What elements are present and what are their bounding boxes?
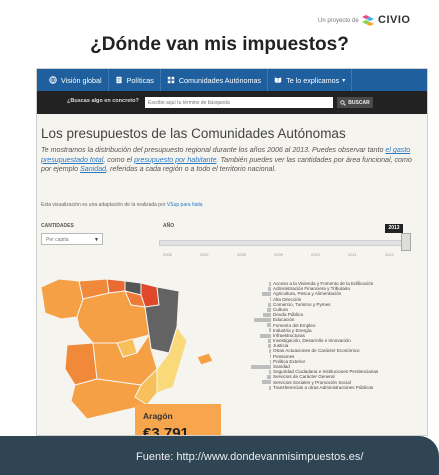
nav-item-politicas[interactable]: Políticas: [109, 69, 161, 91]
link-sanidad[interactable]: Sanidad: [80, 165, 106, 173]
book-icon: [274, 77, 282, 83]
bar: [267, 323, 271, 328]
bar: [261, 380, 271, 385]
source-caption: Fuente: http://www.dondevanmisimpuestos.…: [136, 451, 364, 463]
quantity-select-value: Per capita: [46, 237, 69, 243]
nav-item-vision-global[interactable]: Visión global: [37, 69, 109, 91]
year-tick: 2011: [348, 252, 357, 257]
search-label: ¿Buscas algo en concreto?: [67, 98, 139, 104]
quantity-select[interactable]: Per capita ▼: [41, 233, 103, 245]
year-tick: 2007: [200, 252, 209, 257]
bar: [267, 307, 271, 312]
main-nav: Visión global Políticas Comunidades Autó…: [37, 69, 427, 91]
bar: [268, 286, 271, 291]
tooltip-region-value: €3.791: [143, 425, 189, 436]
year-label: AÑO: [163, 223, 175, 229]
nav-item-label: Políticas: [126, 75, 154, 85]
credit-text: Esta visualización es una adaptación de …: [41, 202, 167, 208]
dropdown-arrow-icon: ▼: [94, 237, 99, 243]
grid-icon: [167, 76, 175, 84]
selected-year-badge: 2013: [385, 224, 403, 233]
year-slider[interactable]: [159, 240, 407, 246]
bar: [269, 354, 271, 359]
credit-note: Esta visualización es una adaptación de …: [41, 202, 203, 208]
bar: [270, 359, 271, 364]
website-screenshot: Visión global Políticas Comunidades Autó…: [36, 68, 428, 436]
year-tick: 2012: [385, 252, 394, 257]
year-tick: 2006: [163, 252, 172, 257]
intro-paragraph: Te mostramos la distribución del presupu…: [41, 146, 413, 175]
bar: [260, 333, 271, 338]
document-icon: [116, 76, 122, 84]
intro-text: , como el: [103, 155, 135, 164]
bar-row[interactable]: Transferencias a otras Administraciones …: [251, 384, 427, 390]
region-extremadura[interactable]: [64, 342, 98, 386]
civio-brand[interactable]: CIVIO: [378, 14, 410, 26]
project-label: Un proyecto de: [318, 18, 359, 24]
search-button[interactable]: BUSCAR: [337, 97, 373, 108]
search-bar: ¿Buscas algo en concreto? BUSCAR: [37, 91, 427, 114]
bar: [268, 338, 271, 343]
site-title: ¿Dónde van mis impuestos?: [90, 34, 349, 55]
bar: [269, 349, 271, 354]
civio-logo-icon[interactable]: [360, 14, 376, 28]
quantity-label: CANTIDADES: [41, 223, 74, 229]
bar-label: Transferencias a otras Administraciones …: [273, 384, 374, 390]
tooltip-region-name: Aragón: [143, 411, 173, 421]
intro-text: , referidas a cada región o a todo el te…: [106, 165, 277, 174]
bar: [268, 281, 271, 286]
year-tick: 2008: [237, 252, 246, 257]
bar: [268, 328, 271, 333]
bar: [269, 385, 271, 390]
bar: [268, 302, 271, 307]
search-button-label: BUSCAR: [348, 99, 370, 106]
nav-item-te-lo-explicamos[interactable]: Te lo explicamos ▾: [268, 69, 353, 91]
nav-item-label: Te lo explicamos: [286, 75, 340, 85]
bar: [251, 364, 271, 369]
credit-link[interactable]: VSup para Italia: [167, 202, 203, 208]
source-footer: Fuente: http://www.dondevanmisimpuestos.…: [0, 436, 439, 475]
link-per-capita[interactable]: presupuesto por habitante: [134, 156, 216, 164]
search-input[interactable]: [145, 97, 333, 108]
bar: [268, 344, 271, 349]
year-tick: 2009: [274, 252, 283, 257]
globe-icon: [49, 76, 57, 84]
region-tooltip: Aragón €3.791: [135, 404, 221, 436]
chevron-down-icon: ▾: [342, 77, 346, 84]
page-title: Los presupuestos de las Comunidades Autó…: [41, 126, 346, 141]
nav-item-label: Comunidades Autónomas: [178, 75, 262, 85]
nav-item-label: Visión global: [61, 75, 102, 85]
year-tick: 2010: [311, 252, 320, 257]
bar: [269, 297, 271, 302]
search-icon: [340, 99, 347, 106]
bar: [262, 312, 271, 317]
year-slider-handle[interactable]: [401, 233, 411, 251]
intro-text: Te mostramos la distribución del presupu…: [41, 146, 386, 154]
region-baleares[interactable]: [196, 352, 214, 366]
region-galicia[interactable]: [40, 278, 84, 320]
bar: [266, 375, 271, 380]
policy-bar-chart: Acceso a la Vivienda y Fomento de la Edi…: [251, 281, 427, 390]
bar: [269, 369, 271, 374]
bar: [261, 292, 271, 297]
bar: [254, 318, 271, 323]
nav-item-comunidades[interactable]: Comunidades Autónomas: [161, 69, 269, 91]
